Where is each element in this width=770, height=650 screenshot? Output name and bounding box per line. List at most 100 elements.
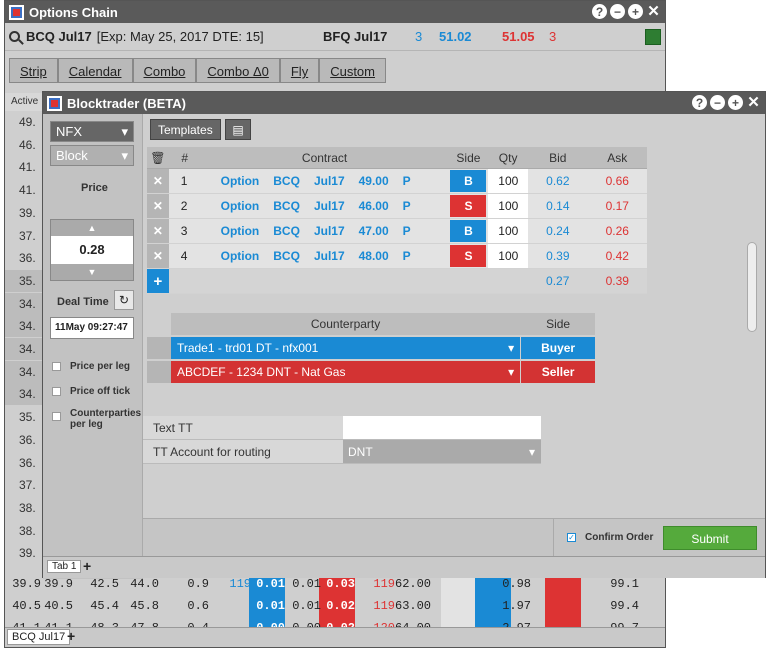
templates-button[interactable]: Templates (150, 119, 221, 140)
tab-combo-delta0[interactable]: Combo Δ0 (196, 58, 280, 83)
chain-cell: 99.4 (610, 599, 639, 613)
order-type-select[interactable]: Block (50, 145, 134, 166)
leg-qty-input[interactable]: 100 (488, 244, 529, 268)
leg-contract[interactable]: Option BCQ Jul17 47.00 P (201, 219, 449, 243)
text-tt-input[interactable] (343, 416, 541, 439)
strike-cell[interactable]: 34. (5, 360, 45, 383)
strike-cell[interactable]: 34. (5, 315, 45, 338)
minimize-icon[interactable]: − (710, 95, 725, 110)
leg-side-toggle[interactable]: B (450, 220, 487, 242)
delete-leg-icon[interactable]: ✕ (147, 244, 169, 268)
strike-cell[interactable]: 35. (5, 406, 45, 428)
column-header-active[interactable]: Active (5, 93, 45, 111)
delete-leg-icon[interactable]: ✕ (147, 194, 169, 218)
leg-contract[interactable]: Option BCQ Jul17 49.00 P (201, 169, 449, 193)
maximize-icon[interactable]: + (628, 4, 643, 19)
delete-all-icon[interactable]: 🗑 (147, 147, 169, 168)
counterparties-per-leg-label: Counterparties per leg (70, 408, 142, 430)
strike-cell[interactable]: 35. (5, 269, 45, 292)
footer-tab[interactable]: BCQ Jul17 (7, 629, 71, 645)
save-icon[interactable]: ▤ (225, 119, 251, 140)
strike-cell[interactable]: 38. (5, 497, 45, 519)
leg-contract[interactable]: Option BCQ Jul17 46.00 P (201, 194, 449, 218)
help-icon[interactable]: ? (692, 95, 707, 110)
legs-grid: 🗑 # Contract Side Qty Bid Ask ✕ 1 Option BC… (147, 147, 647, 294)
strike-cell[interactable]: 37. (5, 225, 45, 247)
deal-time-input[interactable]: 11May 09:27:47 (50, 317, 134, 339)
tab-1[interactable]: Tab 1 (47, 560, 82, 573)
strike-cell[interactable]: 41. (5, 156, 45, 178)
leg-qty-input[interactable]: 100 (488, 219, 529, 243)
minimize-icon[interactable]: − (610, 4, 625, 19)
counterparty-select[interactable]: Trade1 - trd01 DT - nfx001 (170, 337, 521, 359)
strike-cell[interactable]: 34. (5, 292, 45, 315)
price-off-tick-label: Price off tick (70, 386, 131, 397)
account-select[interactable]: DNT (343, 440, 541, 464)
strike-cell[interactable]: 37. (5, 474, 45, 496)
strike-cell[interactable]: 34. (5, 338, 45, 360)
delete-leg-icon[interactable]: ✕ (147, 219, 169, 243)
chain-cell: 0.6 (187, 599, 209, 613)
price-down-icon[interactable]: ▼ (51, 264, 133, 280)
exchange-select[interactable]: NFX (50, 121, 134, 142)
counterparty-select[interactable]: ABCDEF - 1234 DNT - Nat Gas (170, 361, 521, 383)
strike-cell[interactable]: 36. (5, 429, 45, 451)
tab-combo[interactable]: Combo (132, 58, 197, 83)
legs-scrollbar[interactable] (747, 242, 757, 332)
help-icon[interactable]: ? (592, 4, 607, 19)
leg-side-toggle[interactable]: B (450, 170, 487, 192)
price-per-leg-checkbox[interactable] (52, 362, 61, 371)
order-footer: ✓ Confirm Order Submit (143, 518, 765, 557)
leg-side-toggle[interactable]: S (450, 245, 487, 267)
deal-time-label: Deal Time (57, 296, 109, 308)
leg-side-toggle[interactable]: S (450, 195, 487, 217)
strike-cell[interactable]: 36. (5, 452, 45, 474)
options-chain-titlebar[interactable]: Options Chain ? − + ✕ (5, 1, 665, 23)
submit-button[interactable]: Submit (663, 526, 757, 550)
confirm-order-checkbox[interactable]: ✓ (567, 533, 576, 542)
tab-calendar[interactable]: Calendar (57, 58, 133, 83)
leg-symbol: BCQ (273, 224, 300, 238)
chain-row[interactable]: 40.5 40.5 45.4 45.8 0.6 0.01 0.01 0.02 119 63.00 1… (5, 595, 665, 617)
chain-cell: 44.0 (130, 577, 159, 591)
counterparty-header: Counterparty Side (147, 313, 595, 335)
search-icon[interactable] (9, 31, 20, 42)
chain-cell: 45.4 (90, 599, 119, 613)
maximize-icon[interactable]: + (728, 95, 743, 110)
blocktrader-titlebar[interactable]: Blocktrader (BETA) ? − + ✕ (43, 92, 765, 114)
counterparties-per-leg-checkbox[interactable] (52, 412, 61, 421)
delete-leg-icon[interactable]: ✕ (147, 169, 169, 193)
strike-cell[interactable]: 46. (5, 134, 45, 156)
price-input[interactable]: 0.28 (51, 236, 133, 264)
close-icon[interactable]: ✕ (746, 95, 761, 110)
strike-cell[interactable]: 36. (5, 247, 45, 269)
strike-cell[interactable]: 49. (5, 111, 45, 133)
link-icon[interactable] (645, 29, 661, 45)
leg-num: 4 (180, 249, 188, 263)
strike-cell[interactable]: 34. (5, 383, 45, 406)
refresh-icon[interactable]: ↻ (114, 290, 134, 310)
totals-row: + 0.27 0.39 (147, 269, 647, 294)
leg-strike: 49.00 (358, 174, 389, 188)
add-tab-icon[interactable]: + (83, 558, 91, 574)
tab-fly[interactable]: Fly (279, 58, 320, 83)
leg-qty-input[interactable]: 100 (488, 194, 529, 218)
close-icon[interactable]: ✕ (646, 4, 661, 19)
strike-cell[interactable]: 39. (5, 542, 45, 564)
leg-contract[interactable]: Option BCQ Jul17 48.00 P (201, 244, 449, 268)
tab-custom[interactable]: Custom (319, 58, 386, 83)
leg-num: 3 (180, 224, 188, 238)
add-leg-icon[interactable]: + (147, 269, 169, 293)
tab-strip[interactable]: Strip (9, 58, 58, 83)
price-off-tick-checkbox[interactable] (52, 387, 61, 396)
bid-qty: 3 (415, 29, 423, 44)
price-up-icon[interactable]: ▲ (51, 220, 133, 236)
leg-put-call: P (402, 224, 411, 238)
legs-header: 🗑 # Contract Side Qty Bid Ask (147, 147, 647, 169)
leg-qty-input[interactable]: 100 (488, 169, 529, 193)
strike-cell[interactable]: 39. (5, 202, 45, 224)
strike-cell[interactable]: 41. (5, 179, 45, 201)
strike-cell[interactable]: 38. (5, 520, 45, 542)
symbol[interactable]: BCQ Jul17 (26, 29, 92, 44)
add-tab-icon[interactable]: + (67, 628, 75, 644)
